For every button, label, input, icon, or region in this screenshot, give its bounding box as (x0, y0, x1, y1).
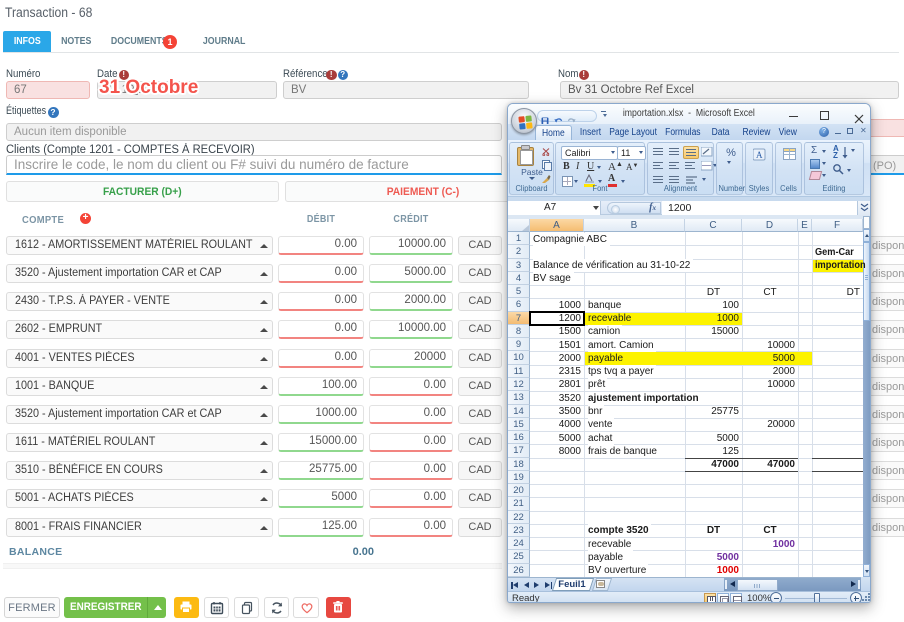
svg-text:A: A (756, 150, 763, 160)
